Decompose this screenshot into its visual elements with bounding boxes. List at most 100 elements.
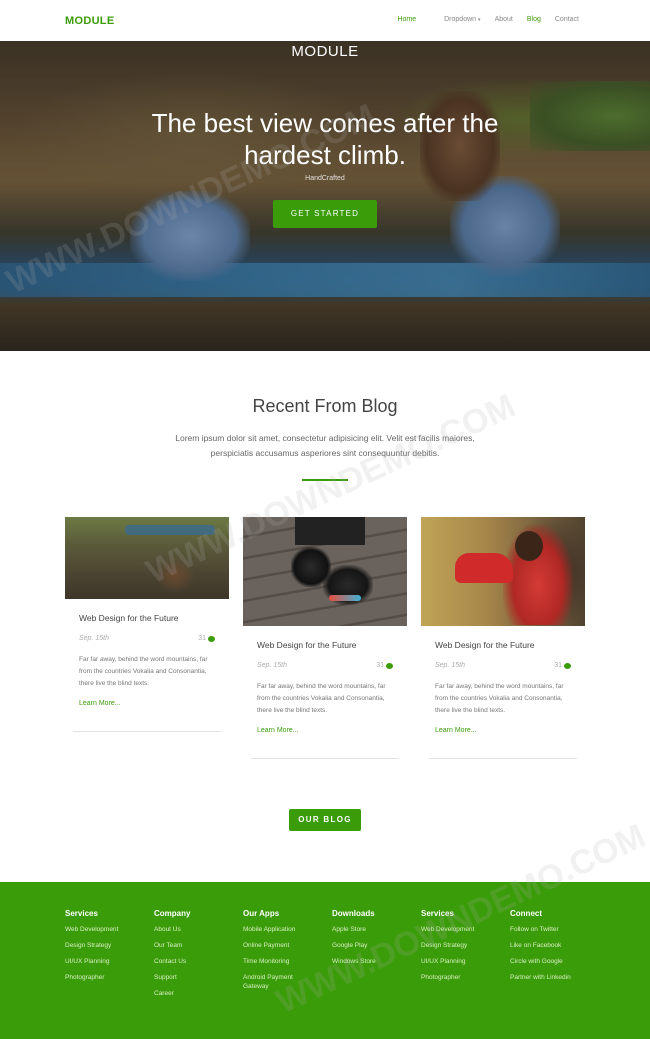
section-intro: Lorem ipsum dolor sit amet, consectetur … [175,433,475,458]
nav-item-blog[interactable]: Blog [527,16,541,23]
image-head [515,531,543,561]
footer-column-heading: Downloads [332,909,375,918]
nav-item-home[interactable]: Home [397,16,416,23]
blog-card-excerpt: Far far away, behind the word mountains,… [257,683,386,714]
hero-title: MODULE [291,43,359,60]
hero-heading-line2: hardest climb. [244,140,406,170]
comment-count[interactable]: 31 [554,662,571,669]
section-divider [302,479,348,481]
blog-card-body: Web Design for the Future Sep. 15th 31 F… [421,626,585,734]
footer-link[interactable]: Like on Facebook [510,941,610,950]
footer-column-heading: Our Apps [243,909,280,918]
card-divider [73,731,221,732]
image-feet [155,557,195,593]
footer-link[interactable]: UI/UX Planning [65,957,151,966]
image-sole [329,595,361,601]
blog-card-meta: Sep. 15th 31 [257,662,393,669]
comment-icon [208,635,215,642]
blog-card-image[interactable] [421,517,585,626]
blog-card-date: Sep. 15th [79,635,109,642]
footer-column-heading: Connect [510,909,542,918]
blog-card-body: Web Design for the Future Sep. 15th 31 F… [243,626,407,734]
nav-item-dropdown[interactable]: Dropdown ▾ [430,16,480,23]
hero-bg-leg-left [130,191,250,281]
footer-column: Downloads Apple Store Google Play Window… [332,909,418,973]
footer-link[interactable]: Google Play [332,941,418,950]
comment-count[interactable]: 31 [198,635,215,642]
footer-link[interactable]: Follow on Twitter [510,925,610,934]
hero-heading: The best view comes after the hardest cl… [0,107,650,171]
blog-card-meta: Sep. 15th 31 [79,635,215,642]
blog-card-title[interactable]: Web Design for the Future [79,613,215,623]
footer-link[interactable]: Photographer [421,973,507,982]
comment-count[interactable]: 31 [376,662,393,669]
blog-card-image[interactable] [243,517,407,626]
card-divider [251,758,399,759]
footer-link[interactable]: Apple Store [332,925,418,934]
blog-card-meta: Sep. 15th 31 [435,662,571,669]
blog-card: Web Design for the Future Sep. 15th 31 F… [421,517,585,759]
blog-card-date: Sep. 15th [257,662,287,669]
image-sneaker [455,553,513,583]
image-lake [125,525,215,535]
nav-item-about[interactable]: About [495,16,513,23]
footer-link[interactable]: Circle with Google [510,957,610,966]
footer-link[interactable]: About Us [154,925,240,934]
brand-logo[interactable]: MODULE [65,15,114,27]
comment-icon [386,662,393,669]
learn-more-link[interactable]: Learn More... [257,727,393,734]
hero-heading-line1: The best view comes after the [151,108,499,138]
blog-card: Web Design for the Future Sep. 15th 31 F… [243,517,407,759]
comment-count-value: 31 [198,635,206,642]
blog-card-body: Web Design for the Future Sep. 15th 31 F… [65,599,229,707]
footer-link[interactable]: Design Strategy [65,941,151,950]
footer-column: Connect Follow on Twitter Like on Facebo… [510,909,610,989]
footer-link[interactable]: Android Payment Gateway [243,973,305,991]
hero-subheading: HandCrafted [305,175,345,182]
comment-count-value: 31 [554,662,562,669]
footer-link[interactable]: Time Monitoring [243,957,329,966]
learn-more-link[interactable]: Learn More... [435,727,571,734]
blog-card-image[interactable] [65,517,229,599]
learn-more-link[interactable]: Learn More... [79,700,215,707]
footer-link[interactable]: Career [154,989,240,998]
footer-column-heading: Company [154,909,191,918]
nav-menu: Home Dropdown ▾ About Blog Contact [383,16,579,23]
footer-link[interactable]: Online Payment [243,941,329,950]
footer-link[interactable]: Contact Us [154,957,240,966]
image-jeans [295,517,365,545]
footer-link[interactable]: Windows Store [332,957,418,966]
footer-link[interactable]: Partner with Linkedin [510,973,610,982]
footer-link[interactable]: UI/UX Planning [421,957,507,966]
get-started-button[interactable]: GET STARTED [273,200,377,228]
nav-item-dropdown-label: Dropdown [444,16,477,23]
footer-column: Services Web Development Design Strategy… [65,909,151,989]
chevron-down-icon: ▾ [478,17,481,23]
footer: Services Web Development Design Strategy… [0,882,650,1039]
blog-card-excerpt: Far far away, behind the word mountains,… [79,656,208,687]
top-navbar: MODULE Home Dropdown ▾ About Blog Contact [0,0,650,41]
comment-count-value: 31 [376,662,384,669]
footer-link[interactable]: Design Strategy [421,941,507,950]
section-title: Recent From Blog [252,396,398,416]
blog-card-date: Sep. 15th [435,662,465,669]
footer-link[interactable]: Our Team [154,941,240,950]
blog-card-title[interactable]: Web Design for the Future [435,640,571,650]
blog-card: Web Design for the Future Sep. 15th 31 F… [65,517,229,732]
hero-banner: MODULE The best view comes after the har… [0,41,650,351]
comment-icon [564,662,571,669]
blog-card-title[interactable]: Web Design for the Future [257,640,393,650]
footer-link[interactable]: Web Development [421,925,507,934]
footer-column: Our Apps Mobile Application Online Payme… [243,909,329,998]
footer-link[interactable]: Photographer [65,973,151,982]
blog-card-excerpt: Far far away, behind the word mountains,… [435,683,564,714]
footer-column-heading: Services [421,909,454,918]
nav-item-contact[interactable]: Contact [555,16,579,23]
footer-column-heading: Services [65,909,98,918]
footer-link[interactable]: Web Development [65,925,151,934]
footer-column: Company About Us Our Team Contact Us Sup… [154,909,240,1005]
footer-link[interactable]: Support [154,973,240,982]
footer-link[interactable]: Mobile Application [243,925,329,934]
our-blog-button[interactable]: OUR BLOG [289,809,361,831]
footer-column: Services Web Development Design Strategy… [421,909,507,989]
